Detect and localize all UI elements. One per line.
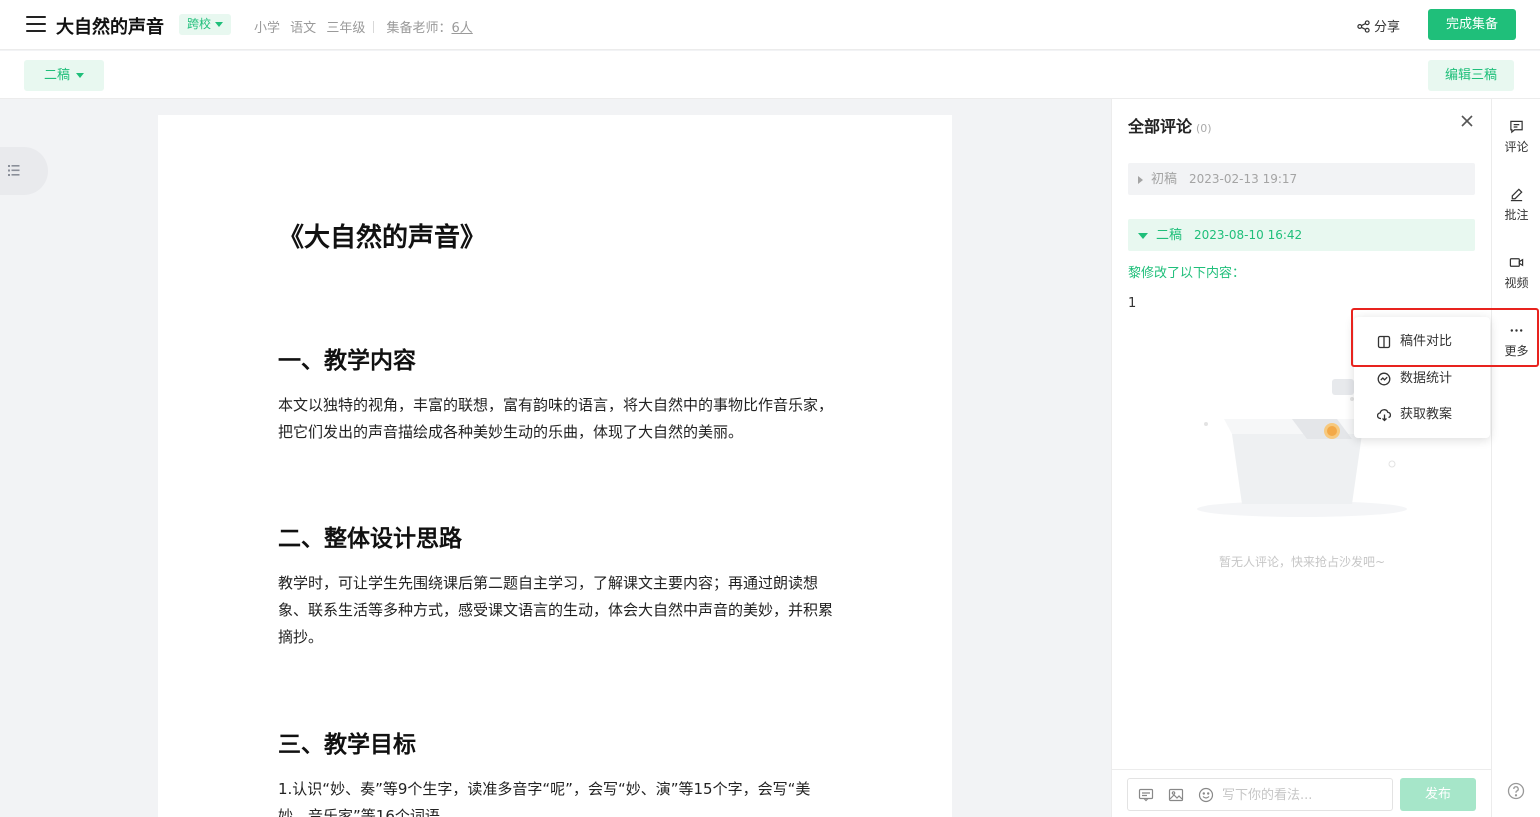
share-icon: [1357, 20, 1370, 33]
edit-third-draft-button[interactable]: 编辑三稿: [1428, 60, 1514, 91]
empty-comments-text: 暂无人评论，快来抢占沙发吧~: [1218, 555, 1386, 569]
comment-panel-title: 全部评论 (0): [1128, 113, 1212, 137]
lesson-meta: 小学 语文 三年级 集备老师：6人: [254, 17, 479, 36]
menu-item-label: 获取教案: [1400, 407, 1453, 422]
meta-teachers-label: 集备老师：: [386, 21, 452, 36]
more-icon: [1510, 329, 1523, 332]
video-icon: [1509, 258, 1524, 267]
compare-icon: [1377, 335, 1391, 349]
cloud-download-icon: [1377, 409, 1392, 422]
sidebar-item-more[interactable]: 更多: [1492, 323, 1540, 359]
finish-collab-button[interactable]: 完成集备: [1428, 9, 1516, 40]
toc-toggle-button[interactable]: [0, 147, 48, 195]
annotate-icon: [1510, 188, 1523, 202]
section-heading: 二、整体设计思路: [278, 526, 462, 552]
doc-heading-title: 《大自然的声音》: [278, 223, 487, 253]
comment-icon: [1510, 120, 1523, 134]
emoji-icon[interactable]: [1198, 787, 1214, 803]
sidebar-label: 批注: [1504, 208, 1529, 222]
stats-icon: [1377, 372, 1391, 386]
cross-school-label: 跨校: [187, 17, 212, 31]
help-icon[interactable]: [1507, 782, 1525, 800]
close-icon[interactable]: [1460, 114, 1474, 128]
hamburger-icon[interactable]: [26, 16, 46, 32]
comment-input-bar: 发布: [1112, 769, 1492, 817]
teacher-count-link[interactable]: 6人: [451, 21, 472, 36]
menu-item-stats[interactable]: 数据统计: [1354, 362, 1490, 396]
top-header: 大自然的声音 跨校 小学 语文 三年级 集备老师：6人 分享 完成集备: [0, 0, 1540, 50]
right-side-bar: 评论 批注 视频 更多: [1491, 99, 1540, 817]
section-paragraph: 1.认识“妙、奏”等9个生字，读准多音字“呢”，会写“妙、演”等15个字，会写“…: [278, 780, 811, 817]
document-page: 《大自然的声音》 一、教学内容 本文以独特的视角，丰富的联想，富有韵味的语言，将…: [158, 115, 952, 817]
share-button[interactable]: 分享: [1357, 16, 1400, 35]
sidebar-label: 视频: [1504, 276, 1529, 290]
version-date: 2023-08-10 16:42: [1194, 228, 1303, 242]
menu-item-compare[interactable]: 稿件对比: [1354, 325, 1490, 359]
share-label: 分享: [1374, 20, 1401, 35]
caret-down-icon: [76, 73, 84, 78]
cross-school-dropdown[interactable]: 跨校: [179, 14, 232, 35]
caret-down-icon: [215, 22, 224, 27]
image-icon[interactable]: [1168, 787, 1184, 803]
section-heading: 一、教学内容: [278, 348, 416, 374]
more-menu-popup: 稿件对比 数据统计 获取教案: [1354, 317, 1490, 438]
version-name: 初稿: [1151, 172, 1178, 187]
caret-right-icon: [1138, 175, 1143, 184]
comment-input[interactable]: [1222, 785, 1382, 805]
emoji-text-icon[interactable]: [1138, 787, 1154, 803]
version-row-first-draft[interactable]: 初稿 2023-02-13 19:17: [1128, 163, 1475, 195]
change-note: 黎修改了以下内容：: [1128, 266, 1246, 281]
comment-panel: 全部评论 (0) 初稿 2023-02-13 19:17 二稿 2023-08-10 …: [1111, 99, 1492, 817]
sidebar-item-comment[interactable]: 评论: [1492, 119, 1540, 155]
section-paragraph: 教学时，可让学生先围绕课后第二题自主学习，了解课文主要内容；再通过朗读想象、联系…: [278, 574, 834, 646]
menu-item-get-plan[interactable]: 获取教案: [1354, 398, 1490, 432]
version-row-second-draft[interactable]: 二稿 2023-08-10 16:42: [1128, 219, 1475, 251]
comment-count: (0): [1196, 122, 1212, 135]
meta-grade: 三年级: [326, 21, 366, 36]
menu-item-label: 稿件对比: [1400, 334, 1453, 349]
sidebar-label: 更多: [1504, 344, 1529, 358]
publish-button[interactable]: 发布: [1400, 778, 1476, 811]
draft-version-select[interactable]: 二稿: [24, 60, 104, 91]
sidebar-item-video[interactable]: 视频: [1492, 255, 1540, 291]
divider: [373, 21, 375, 33]
version-name: 二稿: [1156, 228, 1183, 243]
sidebar-item-annotate[interactable]: 批注: [1492, 187, 1540, 223]
doc-title: 大自然的声音: [56, 17, 164, 38]
change-value: 1: [1128, 296, 1137, 311]
meta-level: 小学: [254, 21, 281, 36]
section-paragraph: 本文以独特的视角，丰富的联想，富有韵味的语言，将大自然中的事物比作音乐家，把它们…: [278, 396, 834, 441]
version-date: 2023-02-13 19:17: [1189, 172, 1298, 186]
comment-input-box: [1127, 778, 1393, 811]
doc-toolbar: 二稿 编辑三稿: [0, 51, 1540, 99]
sidebar-label: 评论: [1504, 140, 1529, 154]
meta-subject: 语文: [290, 21, 317, 36]
menu-item-label: 数据统计: [1400, 371, 1453, 386]
caret-down-icon: [1138, 232, 1148, 239]
draft-version-label: 二稿: [43, 68, 70, 83]
list-icon: [8, 165, 20, 176]
section-heading: 三、教学目标: [278, 732, 416, 758]
comment-title-text: 全部评论: [1128, 117, 1193, 136]
